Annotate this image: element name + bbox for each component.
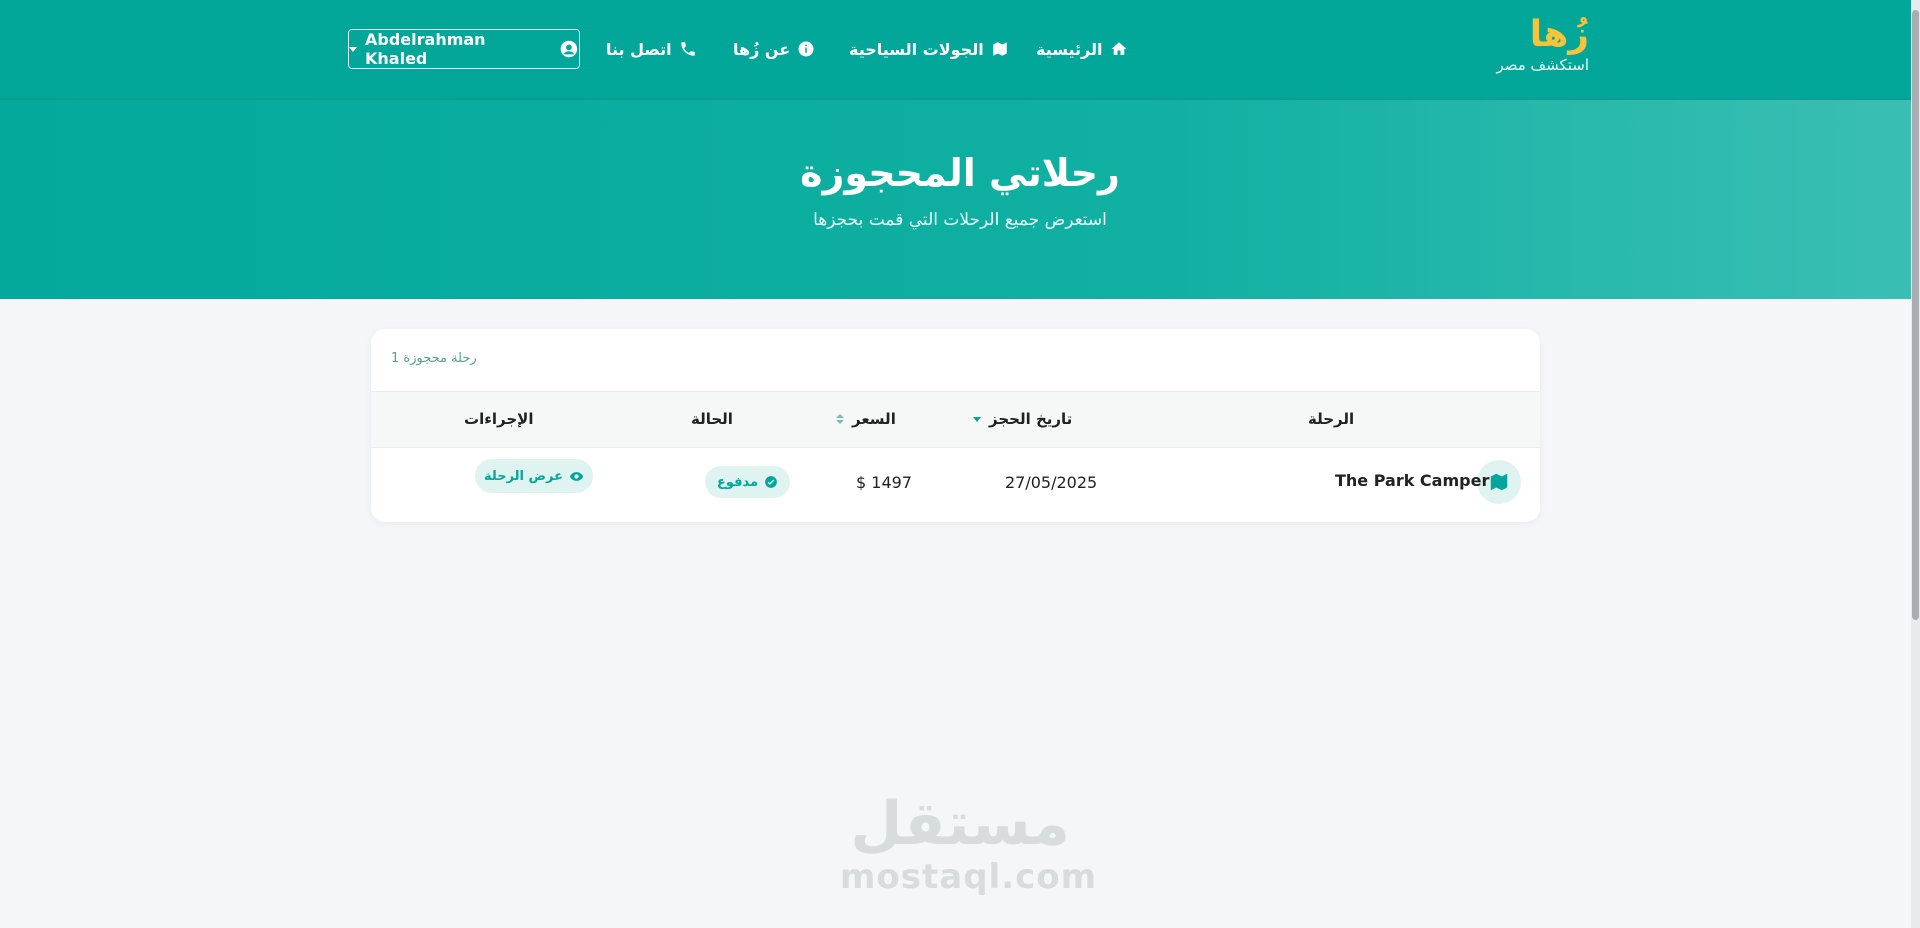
watermark: مستقل mostaql.com bbox=[840, 789, 1098, 897]
column-status: الحالة bbox=[691, 410, 733, 428]
page-header: رحلاتي المحجوزة استعرض جميع الرحلات التي… bbox=[0, 100, 1920, 299]
nav-contact[interactable]: اتصل بنا bbox=[606, 36, 697, 62]
brand-logo[interactable]: زُها استكشف مصر bbox=[1496, 14, 1589, 74]
view-trip-button[interactable]: عرض الرحلة bbox=[475, 459, 593, 493]
info-icon bbox=[798, 41, 814, 57]
bookings-count: 1 رحلة محجوزة bbox=[391, 351, 477, 366]
nav-home[interactable]: الرئيسية bbox=[1036, 36, 1128, 62]
home-icon bbox=[1111, 42, 1126, 55]
eye-icon bbox=[569, 471, 584, 481]
user-circle-icon bbox=[560, 40, 578, 58]
chevron-down-icon bbox=[349, 46, 357, 52]
column-price-label: السعر bbox=[852, 410, 896, 428]
status-label: مدفوع bbox=[717, 474, 759, 490]
brand-tagline: استكشف مصر bbox=[1496, 56, 1589, 74]
column-trip: الرحلة bbox=[1308, 410, 1355, 428]
trip-price: $ 1497 bbox=[856, 473, 912, 492]
watermark-latin: mostaql.com bbox=[840, 857, 1098, 897]
page-title: رحلاتي المحجوزة bbox=[800, 151, 1120, 195]
sort-desc-icon bbox=[973, 416, 981, 422]
trip-name: The Park Camper bbox=[1335, 471, 1490, 490]
nav-about[interactable]: عن زُها bbox=[733, 36, 815, 62]
table-header: الرحلة تاريخ الحجز السعر الحالة الإجراءا… bbox=[371, 391, 1540, 448]
column-booking-date[interactable]: تاريخ الحجز bbox=[973, 410, 1072, 428]
scrollbar-thumb[interactable] bbox=[1912, 10, 1919, 620]
bookings-card: 1 رحلة محجوزة الرحلة تاريخ الحجز السعر ا… bbox=[371, 329, 1540, 522]
user-menu-button[interactable]: Abdelrahman Khaled bbox=[348, 29, 580, 69]
map-icon bbox=[992, 42, 1007, 56]
watermark-arabic: مستقل bbox=[850, 789, 1070, 859]
booking-date: 27/05/2025 bbox=[1005, 473, 1098, 492]
brand-name[interactable]: زُها bbox=[1496, 14, 1589, 56]
column-price[interactable]: السعر bbox=[836, 410, 896, 428]
nav-home-label: الرئيسية bbox=[1036, 39, 1103, 59]
nav-tours-label: الجولات السياحية bbox=[849, 39, 984, 59]
sort-icon bbox=[836, 414, 844, 424]
view-trip-label: عرض الرحلة bbox=[484, 468, 563, 484]
user-name: Abdelrahman Khaled bbox=[365, 30, 486, 68]
page-subtitle: استعرض جميع الرحلات التي قمت بحجزها bbox=[813, 210, 1107, 230]
nav-tours[interactable]: الجولات السياحية bbox=[849, 36, 1009, 62]
nav-contact-label: اتصل بنا bbox=[606, 39, 672, 59]
table-row: The Park Camper 27/05/2025 $ 1497 مدفوع … bbox=[371, 446, 1540, 522]
column-booking-date-label: تاريخ الحجز bbox=[989, 410, 1073, 428]
column-actions: الإجراءات bbox=[464, 410, 534, 428]
nav-about-label: عن زُها bbox=[733, 39, 791, 59]
top-navbar: زُها استكشف مصر الرئيسية الجولات السياحي… bbox=[0, 0, 1920, 100]
phone-icon bbox=[680, 42, 695, 56]
status-badge: مدفوع bbox=[705, 466, 791, 498]
check-circle-icon bbox=[765, 476, 777, 488]
